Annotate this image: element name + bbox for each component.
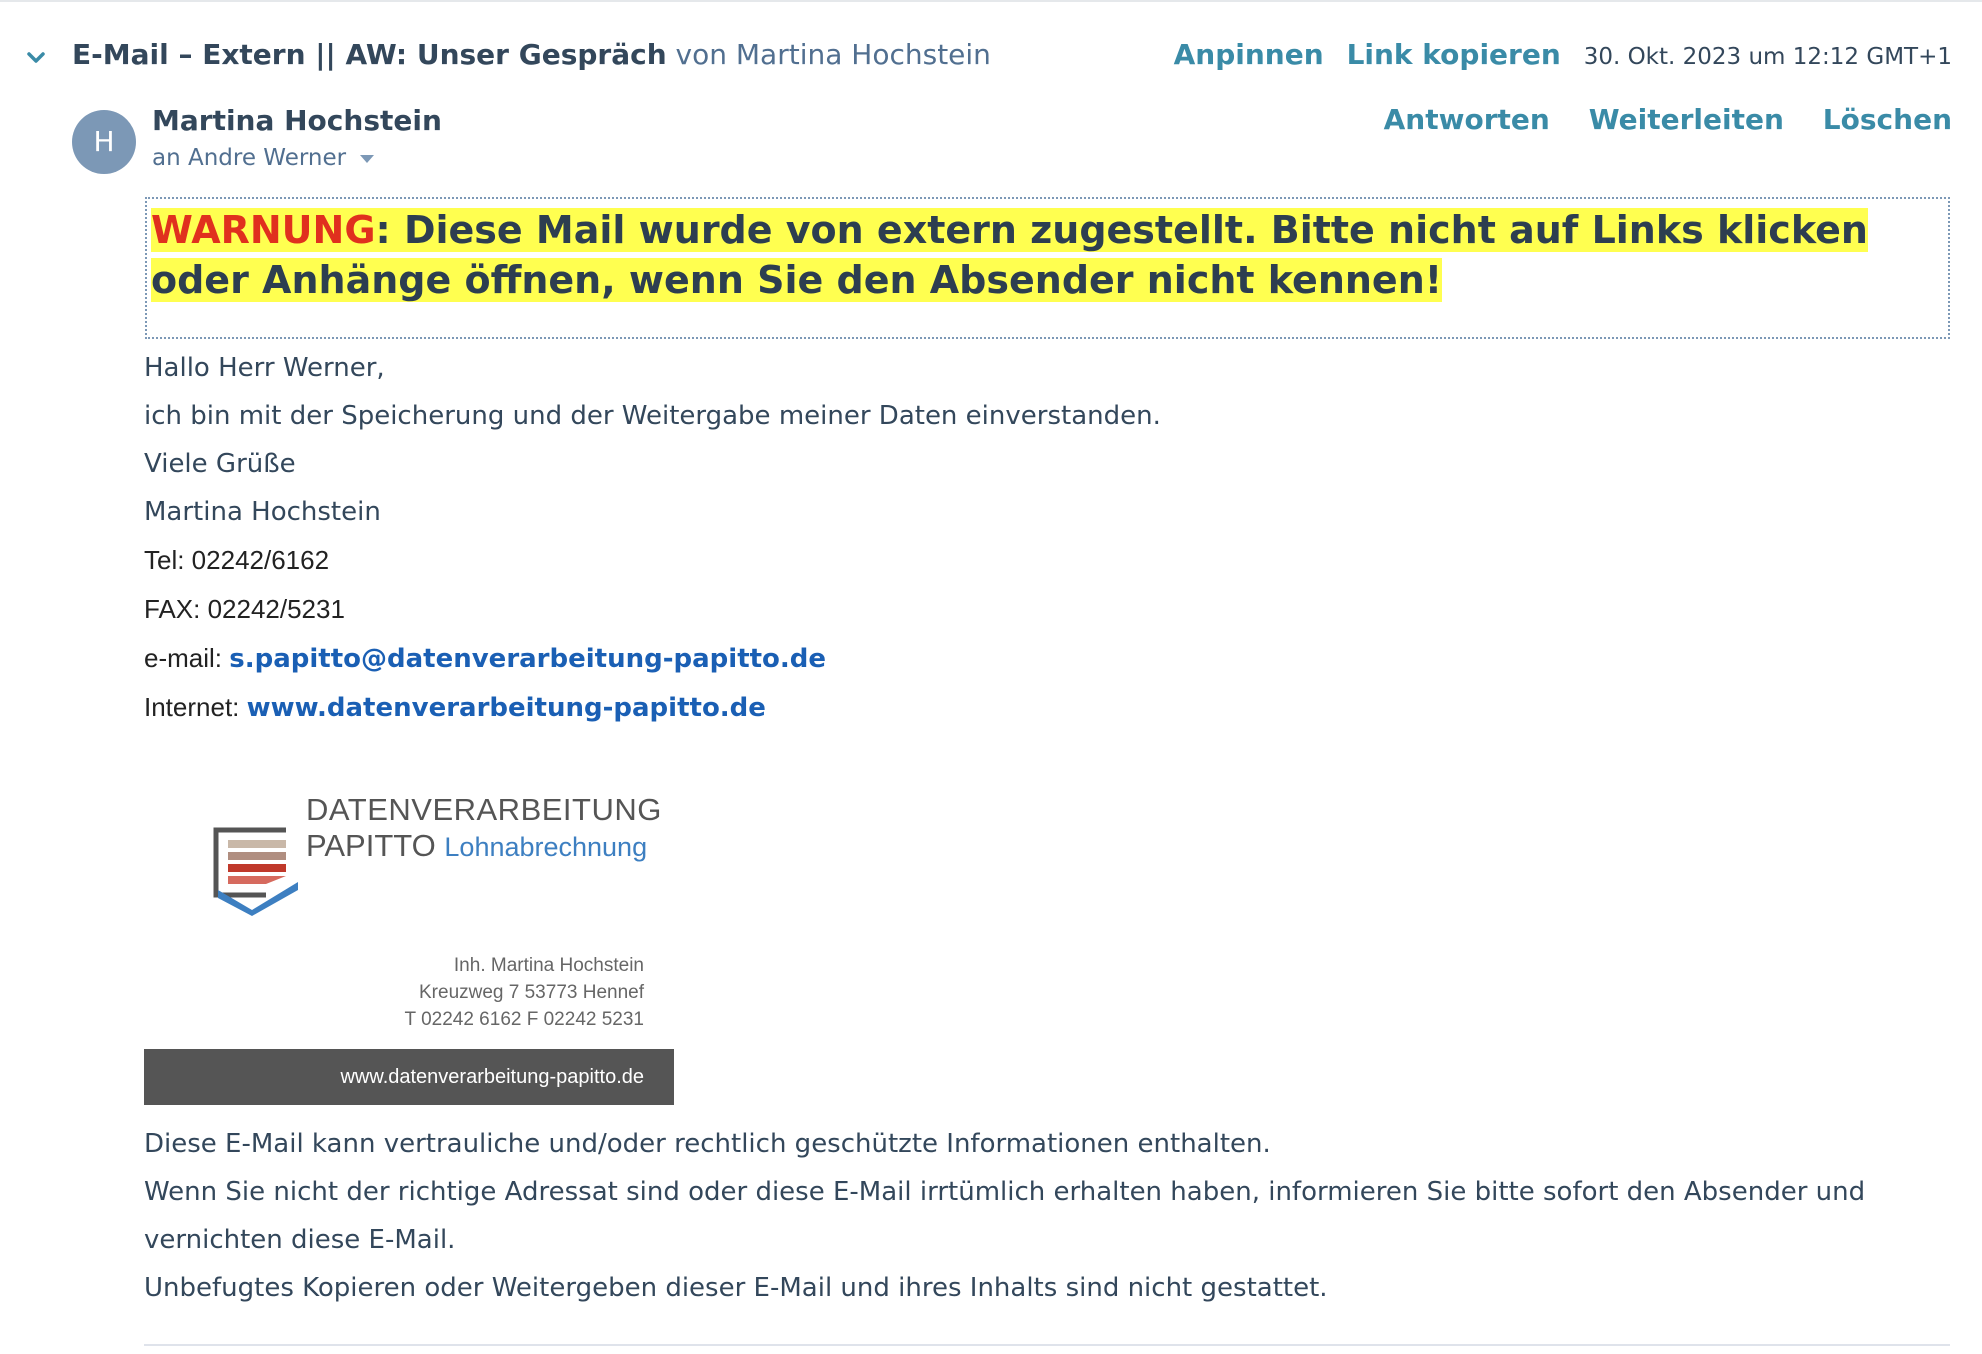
recipient-label: an Andre Werner <box>152 145 347 171</box>
signature-tel: Tel: 02242/6162 <box>144 545 330 575</box>
logo-url-bar: www.datenverarbeitung-papitto.de <box>144 1049 674 1105</box>
logo-phones: T 02242 6162 F 02242 5231 <box>404 1009 644 1030</box>
copy-link-button[interactable]: Link kopieren <box>1347 38 1561 71</box>
company-logo: DATENVERARBEITUNG PAPITTO Lohnabrechnung… <box>144 770 674 1105</box>
recipient-toggle[interactable]: an Andre Werner <box>152 145 375 171</box>
signature-fax: FAX: 02242/5231 <box>144 594 345 624</box>
warning-message: : Diese Mail wurde von extern zugestellt… <box>151 208 1868 302</box>
company-logo-icon <box>213 827 298 916</box>
forward-button[interactable]: Weiterleiten <box>1589 103 1784 136</box>
avatar: H <box>72 110 136 174</box>
disclaimer-line: Wenn Sie nicht der richtige Adressat sin… <box>144 1177 1866 1255</box>
logo-service: Lohnabrechnung <box>444 832 648 862</box>
pin-button[interactable]: Anpinnen <box>1174 38 1324 71</box>
warning-text: WARNUNG: Diese Mail wurde von extern zug… <box>151 205 1944 305</box>
email-link[interactable]: s.papitto@datenverarbeitung-papitto.de <box>229 644 826 674</box>
header-actions: Anpinnen Link kopieren 30. Okt. 2023 um … <box>1160 38 1952 71</box>
signature-name: Martina Hochstein <box>144 497 381 527</box>
subject-text: E-Mail – Extern || AW: Unser Gespräch <box>72 38 667 71</box>
warning-label: WARNUNG <box>151 208 376 252</box>
top-divider <box>0 0 1982 2</box>
signature-internet: Internet: www.datenverarbeitung-papitto.… <box>144 683 1944 732</box>
logo-owner: Inh. Martina Hochstein <box>453 955 644 976</box>
logo-street: Kreuzweg 7 53773 Hennef <box>419 982 644 1003</box>
email-body: Hallo Herr Werner, ich bin mit der Speic… <box>144 344 1944 732</box>
logo-subtitle: PAPITTO Lohnabrechnung <box>306 828 647 864</box>
email-subject: E-Mail – Extern || AW: Unser Gespräch vo… <box>72 38 991 71</box>
caret-down-icon <box>360 154 375 163</box>
internet-label: Internet: <box>144 692 247 722</box>
message-actions: Antworten Weiterleiten Löschen <box>1354 103 1952 136</box>
chevron-down-icon[interactable] <box>22 44 50 72</box>
greeting: Hallo Herr Werner, <box>144 353 385 383</box>
email-date: 30. Okt. 2023 um 12:12 GMT+1 <box>1583 44 1952 70</box>
closing: Viele Grüße <box>144 449 296 479</box>
delete-button[interactable]: Löschen <box>1823 103 1952 136</box>
disclaimer: Diese E-Mail kann vertrauliche und/oder … <box>144 1120 1944 1312</box>
disclaimer-line: Diese E-Mail kann vertrauliche und/oder … <box>144 1129 1271 1159</box>
logo-address: Inh. Martina Hochstein Kreuzweg 7 53773 … <box>405 952 644 1033</box>
disclaimer-line: Unbefugtes Kopieren oder Weitergeben die… <box>144 1273 1328 1303</box>
website-link[interactable]: www.datenverarbeitung-papitto.de <box>247 693 766 723</box>
body-text: ich bin mit der Speicherung und der Weit… <box>144 401 1161 431</box>
logo-title: DATENVERARBEITUNG <box>306 792 662 827</box>
subject-sender: von Martina Hochstein <box>666 38 991 71</box>
email-label: e-mail: <box>144 643 230 673</box>
reply-button[interactable]: Antworten <box>1384 103 1550 136</box>
signature-email: e-mail: s.papitto@datenverarbeitung-papi… <box>144 634 1944 683</box>
bottom-divider <box>144 1344 1950 1346</box>
email-header: E-Mail – Extern || AW: Unser Gespräch vo… <box>0 30 1982 84</box>
logo-name: PAPITTO <box>306 828 436 863</box>
external-warning-box: WARNUNG: Diese Mail wurde von extern zug… <box>145 197 1950 339</box>
sender-name: Martina Hochstein <box>152 104 442 137</box>
